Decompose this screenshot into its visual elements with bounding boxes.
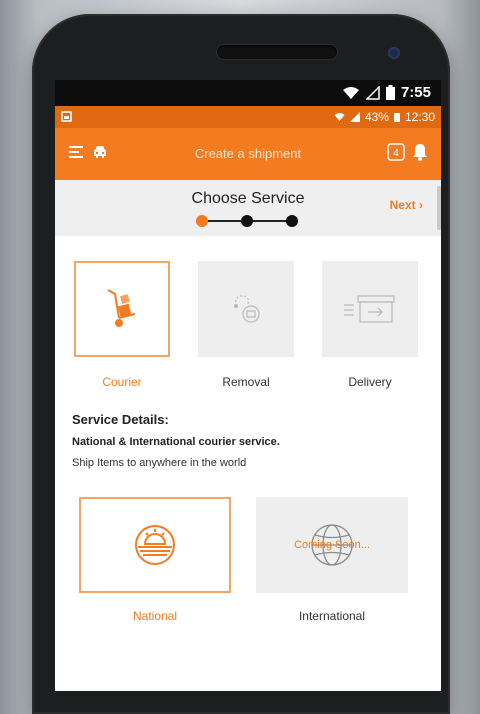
service-details-summary: National & International courier service…	[72, 436, 280, 448]
phone-screen: 7:55 43% 12:30 Create a shipment 4 Choos…	[55, 80, 441, 691]
battery-percent: 43%	[364, 110, 389, 124]
step-2-dot	[241, 215, 253, 227]
delivery-box-icon	[344, 295, 395, 323]
stepper-title: Choose Service	[191, 190, 305, 207]
front-camera	[388, 47, 400, 59]
service-courier-tile[interactable]	[74, 261, 170, 357]
wifi-small-icon	[334, 113, 345, 121]
inner-status-bar: 43% 12:30	[55, 106, 441, 128]
chevron-right-icon: ›	[419, 198, 423, 212]
service-delivery[interactable]: Delivery	[322, 261, 418, 389]
signal-icon	[365, 85, 380, 100]
next-label: Next	[389, 198, 416, 212]
inner-clock: 12:30	[404, 110, 435, 124]
step-3-dot	[286, 215, 298, 227]
system-clock: 7:55	[400, 84, 431, 101]
orders-badge-icon[interactable]: 4	[387, 143, 405, 161]
service-removal[interactable]: Removal	[198, 261, 294, 389]
battery-icon	[385, 85, 395, 100]
hand-truck-icon	[107, 289, 136, 327]
service-delivery-tile[interactable]	[322, 261, 418, 357]
scroll-indicator	[437, 186, 441, 230]
sun-horizon-icon	[135, 525, 175, 565]
notification-bell-icon[interactable]	[413, 143, 427, 161]
service-courier[interactable]: Courier	[74, 261, 170, 389]
signal-small-icon	[349, 112, 360, 122]
region-national[interactable]: National	[79, 497, 231, 623]
service-delivery-label: Delivery	[348, 375, 392, 389]
region-national-tile[interactable]	[79, 497, 231, 593]
service-details-description: Ship Items to anywhere in the world	[72, 457, 247, 469]
service-removal-tile[interactable]	[198, 261, 294, 357]
speaker-grille	[217, 45, 337, 59]
wifi-icon	[342, 86, 359, 99]
page-title: Create a shipment	[194, 146, 302, 161]
app-toolbar: Create a shipment 4	[55, 128, 441, 180]
service-courier-label: Courier	[102, 375, 142, 389]
coming-soon-label: Coming Soon...	[294, 539, 370, 551]
service-stepper: Choose Service Next ›	[55, 180, 441, 236]
step-1-dot	[196, 215, 208, 227]
service-details-heading: Service Details:	[72, 412, 169, 427]
progress-steps	[196, 214, 298, 228]
battery-small-icon	[393, 113, 400, 122]
orders-badge-count: 4	[393, 148, 399, 159]
service-details: Service Details: National & Internationa…	[72, 412, 432, 469]
region-national-label: National	[132, 609, 178, 623]
region-international-label: International	[298, 609, 366, 623]
next-button[interactable]: Next ›	[390, 198, 423, 212]
region-international-tile[interactable]: Coming Soon...	[256, 497, 408, 593]
service-removal-label: Removal	[222, 375, 270, 389]
system-status-bar: 7:55	[55, 80, 441, 106]
gallery-notification-icon	[61, 111, 72, 125]
removal-icon	[234, 295, 260, 323]
region-international[interactable]: Coming Soon... International	[256, 497, 408, 623]
